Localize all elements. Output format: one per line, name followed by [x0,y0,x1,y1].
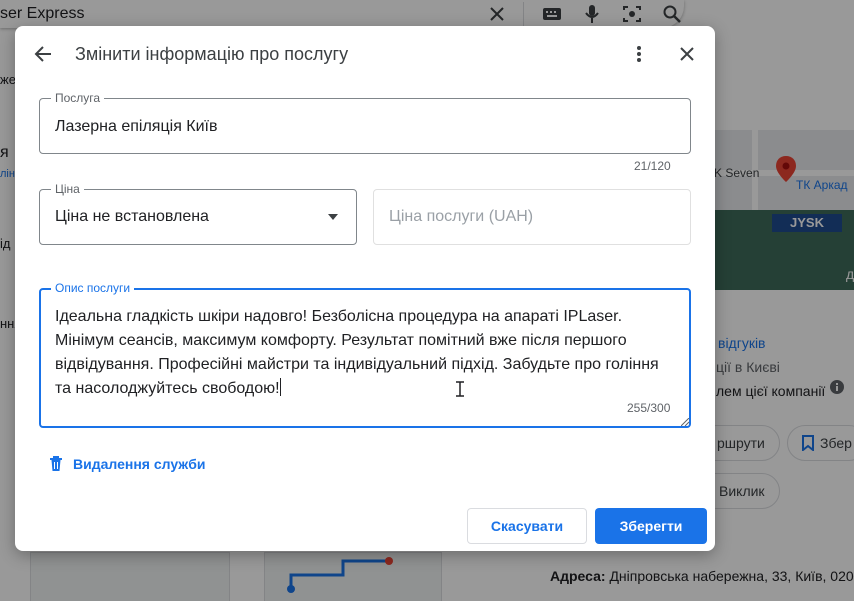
save-button[interactable]: Зберегти [595,508,707,544]
service-description-counter: 255/300 [627,401,671,415]
map-thumbnail[interactable]: K Seven ТК Аркад JYSK д [712,130,854,290]
route-card[interactable] [264,552,442,601]
bookmark-icon [802,435,814,451]
delete-service-label: Видалення служби [73,456,206,472]
back-button[interactable] [23,34,63,74]
routes-label: ршрути [717,435,765,451]
close-button[interactable] [667,34,707,74]
service-description-text[interactable]: Ідеальна гладкість шкіри надовго! Безбол… [55,305,675,401]
save-place-button[interactable]: Збер [787,425,854,461]
service-description-value: Ідеальна гладкість шкіри надовго! Безбол… [55,308,659,397]
price-type-value: Ціна не встановлена [55,208,209,225]
trash-icon [50,456,62,471]
dialog-header: Змінити інформацію про послугу [15,26,715,82]
dialog-title: Змінити інформацію про послугу [75,44,349,64]
close-icon [680,47,694,61]
price-amount-field[interactable]: Ціна послуги (UAH) [373,189,691,245]
owner-text[interactable]: лем цієї компанії [716,383,825,399]
service-description-label: Опис послуги [51,281,135,295]
left-fragment: ід [0,236,11,251]
search-query[interactable]: ser Express [0,5,469,23]
price-type-label: Ціна [51,182,84,196]
dropdown-arrow-icon [328,214,338,220]
map-place-label: ТК Аркад [796,178,848,192]
left-panel-fragments: же я лін ід ння [0,60,21,400]
info-icon[interactable] [830,380,844,397]
store-sign: JYSK [772,214,842,232]
map-place-label: K Seven [714,166,760,180]
service-name-value[interactable]: Лазерна епіляція Київ [55,118,218,136]
mic-icon[interactable] [580,2,604,26]
resize-handle-icon[interactable] [681,418,689,426]
left-fragment: же [0,72,16,87]
service-name-label: Послуга [51,91,105,105]
search-bar[interactable]: ser Express [0,0,684,28]
left-fragment: лін [0,168,15,180]
more-vert-icon [637,46,641,62]
address-label: Адреса: [550,568,606,584]
bottom-cards [30,552,490,601]
delete-service-link[interactable]: Видалення служби [49,456,206,472]
save-place-label: Збер [820,435,852,451]
keyboard-icon[interactable] [540,2,564,26]
route-map-preview [287,557,393,593]
photo-card[interactable] [30,552,230,601]
map-pin-icon [776,156,796,182]
more-options-button[interactable] [619,34,659,74]
category-text: ції в Києві [716,359,780,375]
service-name-counter: 21/120 [634,159,671,173]
service-description-field[interactable]: Опис послуги Ідеальна гладкість шкіри на… [39,281,691,428]
clear-search-icon[interactable] [485,2,509,26]
left-fragment: я [0,144,9,161]
edit-service-dialog: Змінити інформацію про послугу Послуга Л… [15,26,715,551]
back-arrow-icon [34,46,51,62]
camera-search-icon[interactable] [620,2,644,26]
address-value: Дніпровська набережна, 33, Київ, 020 [609,568,854,584]
reviews-link[interactable]: відгуків [718,335,766,351]
price-amount-placeholder: Ціна послуги (UAH) [389,208,534,225]
search-divider [523,2,525,26]
text-cursor-icon [456,381,464,397]
price-type-select[interactable]: Ціна Ціна не встановлена [39,182,357,245]
service-name-field[interactable]: Послуга Лазерна епіляція Київ [39,91,691,154]
text-caret [279,378,281,396]
call-label: Виклик [719,483,765,499]
map-corner-text: д [846,266,854,282]
cancel-button[interactable]: Скасувати [467,508,587,544]
address-line: Адреса: Дніпровська набережна, 33, Київ,… [550,568,854,584]
search-icon[interactable] [660,2,684,26]
